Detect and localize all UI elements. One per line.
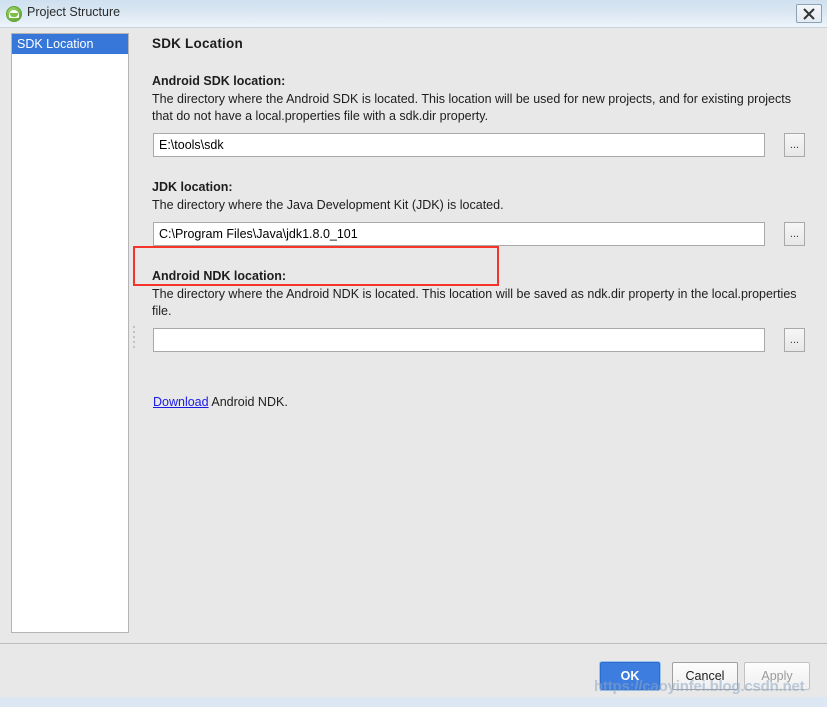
main-pane: SDK Location Android SDK location: The d… (140, 28, 827, 643)
jdk-location-field-row: ... (152, 222, 812, 246)
project-structure-dialog: Project Structure SDK Location SDK Locat… (0, 0, 827, 707)
android-sdk-browse-button[interactable]: ... (784, 133, 805, 157)
android-ndk-location-label: Android NDK location: (152, 269, 287, 283)
ndk-download-line: Download Android NDK. (153, 395, 288, 409)
panel-splitter-handle[interactable] (131, 323, 137, 353)
android-sdk-location-input[interactable] (153, 133, 765, 157)
cancel-button[interactable]: Cancel (672, 662, 738, 690)
apply-button: Apply (744, 662, 810, 690)
android-ndk-location-field-row: ... (152, 328, 812, 352)
android-sdk-location-description: The directory where the Android SDK is l… (152, 92, 791, 123)
sidebar-item-label: SDK Location (17, 37, 94, 51)
sidebar-panel: SDK Location (11, 33, 129, 633)
close-icon[interactable] (796, 4, 822, 23)
section-jdk-location: JDK location: The directory where the Ja… (152, 180, 812, 246)
dialog-content: SDK Location SDK Location Android SDK lo… (0, 28, 827, 643)
section-android-sdk-location: Android SDK location: The directory wher… (152, 74, 812, 157)
jdk-location-input[interactable] (153, 222, 765, 246)
android-sdk-location-label: Android SDK location: (152, 74, 286, 88)
section-android-ndk-location: Android NDK location: The directory wher… (152, 269, 812, 352)
android-sdk-location-field-row: ... (152, 133, 812, 157)
title-bar: Project Structure (0, 0, 827, 28)
ok-button[interactable]: OK (600, 662, 660, 690)
ndk-download-tail-text: Android NDK. (208, 395, 288, 409)
android-ndk-location-input[interactable] (153, 328, 765, 352)
jdk-location-label: JDK location: (152, 180, 233, 194)
ndk-download-link[interactable]: Download (153, 395, 209, 409)
android-ndk-location-description: The directory where the Android NDK is l… (152, 287, 797, 318)
android-studio-icon (6, 6, 22, 22)
jdk-location-description: The directory where the Java Development… (152, 198, 504, 212)
bottom-strip (0, 697, 827, 707)
window-title: Project Structure (27, 5, 121, 19)
android-ndk-browse-button[interactable]: ... (784, 328, 805, 352)
page-title: SDK Location (152, 36, 243, 51)
sidebar-item-sdk-location[interactable]: SDK Location (12, 34, 128, 54)
jdk-browse-button[interactable]: ... (784, 222, 805, 246)
